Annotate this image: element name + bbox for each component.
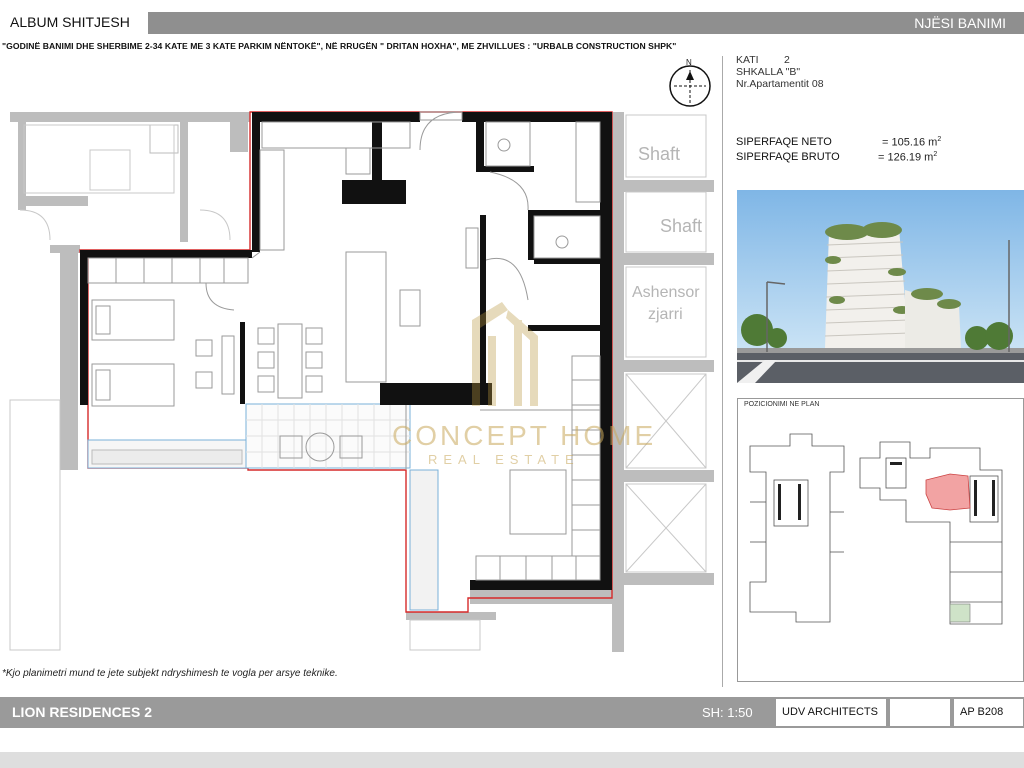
apartment-code: AP B208 [953, 698, 1024, 727]
album-title: ALBUM SHITJESH [10, 14, 130, 30]
net-area-value: = 105.16 m2 [882, 136, 942, 149]
watermark-subtitle: REAL ESTATE [428, 452, 580, 467]
fire-elevator-label-2: zjarri [648, 306, 683, 323]
shaft-label-1: Shaft [638, 144, 681, 164]
drawing-scale: SH: 1:50 [702, 705, 753, 720]
header-bar [148, 12, 1024, 34]
staircase-label: SHKALLA "B" [736, 66, 801, 78]
shaft-label-2: Shaft [660, 216, 703, 236]
gross-area-label: SIPERFAQE BRUTO [736, 151, 840, 163]
apartment-number: Nr.Apartamentit 08 [736, 78, 824, 90]
compass-north-label: N [686, 58, 692, 67]
bottom-strip [0, 752, 1024, 768]
footer-blank-cell [889, 698, 951, 727]
floor-label: KATI [736, 54, 759, 66]
architect-name: UDV ARCHITECTS [775, 698, 887, 727]
fire-elevator-label-1: Ashensor [632, 284, 700, 301]
project-subtitle: "GODINË BANIMI DHE SHERBIME 2-34 KATE ME… [2, 41, 677, 51]
unit-type-label: NJËSI BANIMI [914, 15, 1006, 31]
project-name: LION RESIDENCES 2 [12, 704, 153, 720]
disclaimer-note: *Kjo planimetri mund te jete subjekt ndr… [2, 668, 338, 679]
key-plan-drawing [749, 433, 1003, 625]
net-area-label: SIPERFAQE NETO [736, 136, 832, 148]
position-in-plan-title: POZICIONIMI NE PLAN [744, 401, 820, 408]
floor-plan [9, 65, 714, 652]
gross-area-value: = 126.19 m2 [878, 151, 938, 164]
watermark-title: CONCEPT HOME [392, 420, 657, 451]
building-render-image [737, 190, 1024, 383]
floor-value: 2 [784, 54, 790, 66]
watermark-logo-icon [472, 302, 538, 406]
